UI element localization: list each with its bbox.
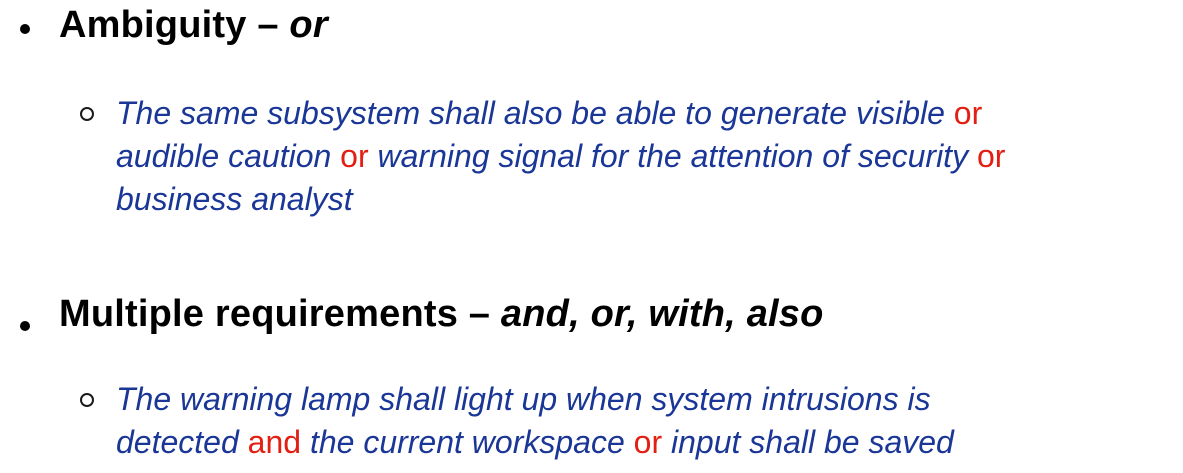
keyword-highlight: or (633, 424, 663, 460)
text-run: input shall be saved (662, 424, 954, 460)
heading-text: Ambiguity – (59, 4, 290, 46)
heading-keywords: and, or, with, also (500, 293, 824, 335)
section-heading: Multiple requirements – and, or, with, a… (59, 293, 824, 336)
sub-bullet-circle (80, 107, 94, 121)
heading-keywords: or (289, 4, 328, 46)
sub-bullet-circle (80, 393, 94, 407)
example-line: The warning lamp shall light up when sys… (116, 378, 954, 421)
text-run: business analyst (116, 181, 353, 217)
example-text: The same subsystem shall also be able to… (116, 92, 1005, 221)
heading-text: Multiple requirements – (59, 293, 501, 335)
section-heading: Ambiguity – or (59, 4, 328, 47)
text-run: The same subsystem shall also be able to… (116, 95, 954, 131)
example-line: business analyst (116, 178, 1005, 221)
keyword-highlight: and (247, 424, 302, 460)
bullet-dot (20, 24, 30, 34)
text-run: detected (116, 424, 248, 460)
example-line: detected and the current workspace or in… (116, 421, 954, 464)
keyword-highlight: or (976, 138, 1006, 174)
text-run: the current workspace (301, 424, 634, 460)
text-run: audible caution (116, 138, 341, 174)
example-line: The same subsystem shall also be able to… (116, 92, 1005, 135)
example-text: The warning lamp shall light up when sys… (116, 378, 954, 464)
keyword-highlight: or (340, 138, 369, 174)
keyword-highlight: or (953, 95, 983, 131)
bullet-dot (20, 321, 30, 331)
text-run: The warning lamp shall light up when sys… (116, 381, 931, 417)
text-run: warning signal for the attention of secu… (368, 138, 977, 174)
example-line: audible caution or warning signal for th… (116, 135, 1005, 178)
